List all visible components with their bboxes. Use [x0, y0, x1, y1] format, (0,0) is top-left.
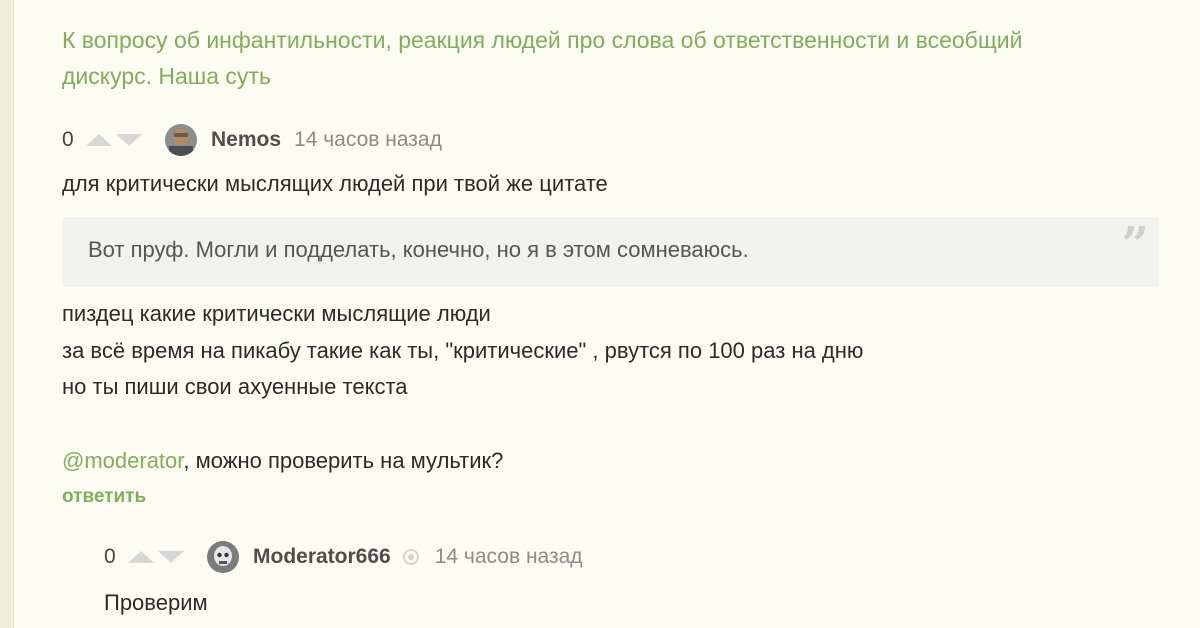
user-avatar-image: [165, 124, 197, 156]
comment-rating: 0: [104, 545, 116, 568]
reply-comment-header: 0 Moderator666 14 часов назад: [104, 537, 583, 577]
comment-username[interactable]: Moderator666: [253, 545, 391, 569]
vote-up-icon[interactable]: [86, 134, 112, 146]
vote-down-icon[interactable]: [116, 134, 142, 146]
comment-header: 0 Nemos 14 часов назад: [62, 120, 442, 160]
user-mention-link[interactable]: @moderator: [62, 448, 183, 473]
comment-rating: 0: [62, 128, 74, 151]
comment-mention-line: @moderator, можно проверить на мультик?: [62, 443, 503, 479]
thread-rail: [0, 0, 14, 628]
reply-button[interactable]: ответить: [62, 486, 146, 508]
vote-down-icon[interactable]: [158, 551, 184, 563]
quote-text: Вот пруф. Могли и подделать, конечно, но…: [88, 237, 749, 262]
comment-text-line: пиздец какие критически мыслящие люди: [62, 301, 491, 326]
reply-text: Проверим: [104, 590, 208, 615]
comment-timestamp[interactable]: 14 часов назад: [294, 128, 442, 152]
user-avatar-image: [207, 541, 239, 573]
story-title-link[interactable]: К вопросу об инфантильности, реакция люд…: [62, 22, 1082, 94]
comment-text-line: за всё время на пикабу такие как ты, "кр…: [62, 338, 864, 363]
comment-username[interactable]: Nemos: [211, 128, 281, 152]
comment-timestamp[interactable]: 14 часов назад: [435, 545, 583, 569]
moderator-badge-icon: [402, 549, 419, 565]
avatar[interactable]: [165, 124, 197, 156]
comment-text-line: но ты пиши свои ахуенные текста: [62, 374, 408, 399]
avatar[interactable]: [207, 541, 239, 573]
mention-text: , можно проверить на мультик?: [183, 448, 504, 473]
quote-mark-icon: ”: [1121, 217, 1149, 273]
vote-up-icon[interactable]: [128, 551, 154, 563]
comment-intro-text: для критически мыслящих людей при твой ж…: [62, 171, 608, 196]
quote-block: Вот пруф. Могли и подделать, конечно, но…: [62, 217, 1159, 287]
